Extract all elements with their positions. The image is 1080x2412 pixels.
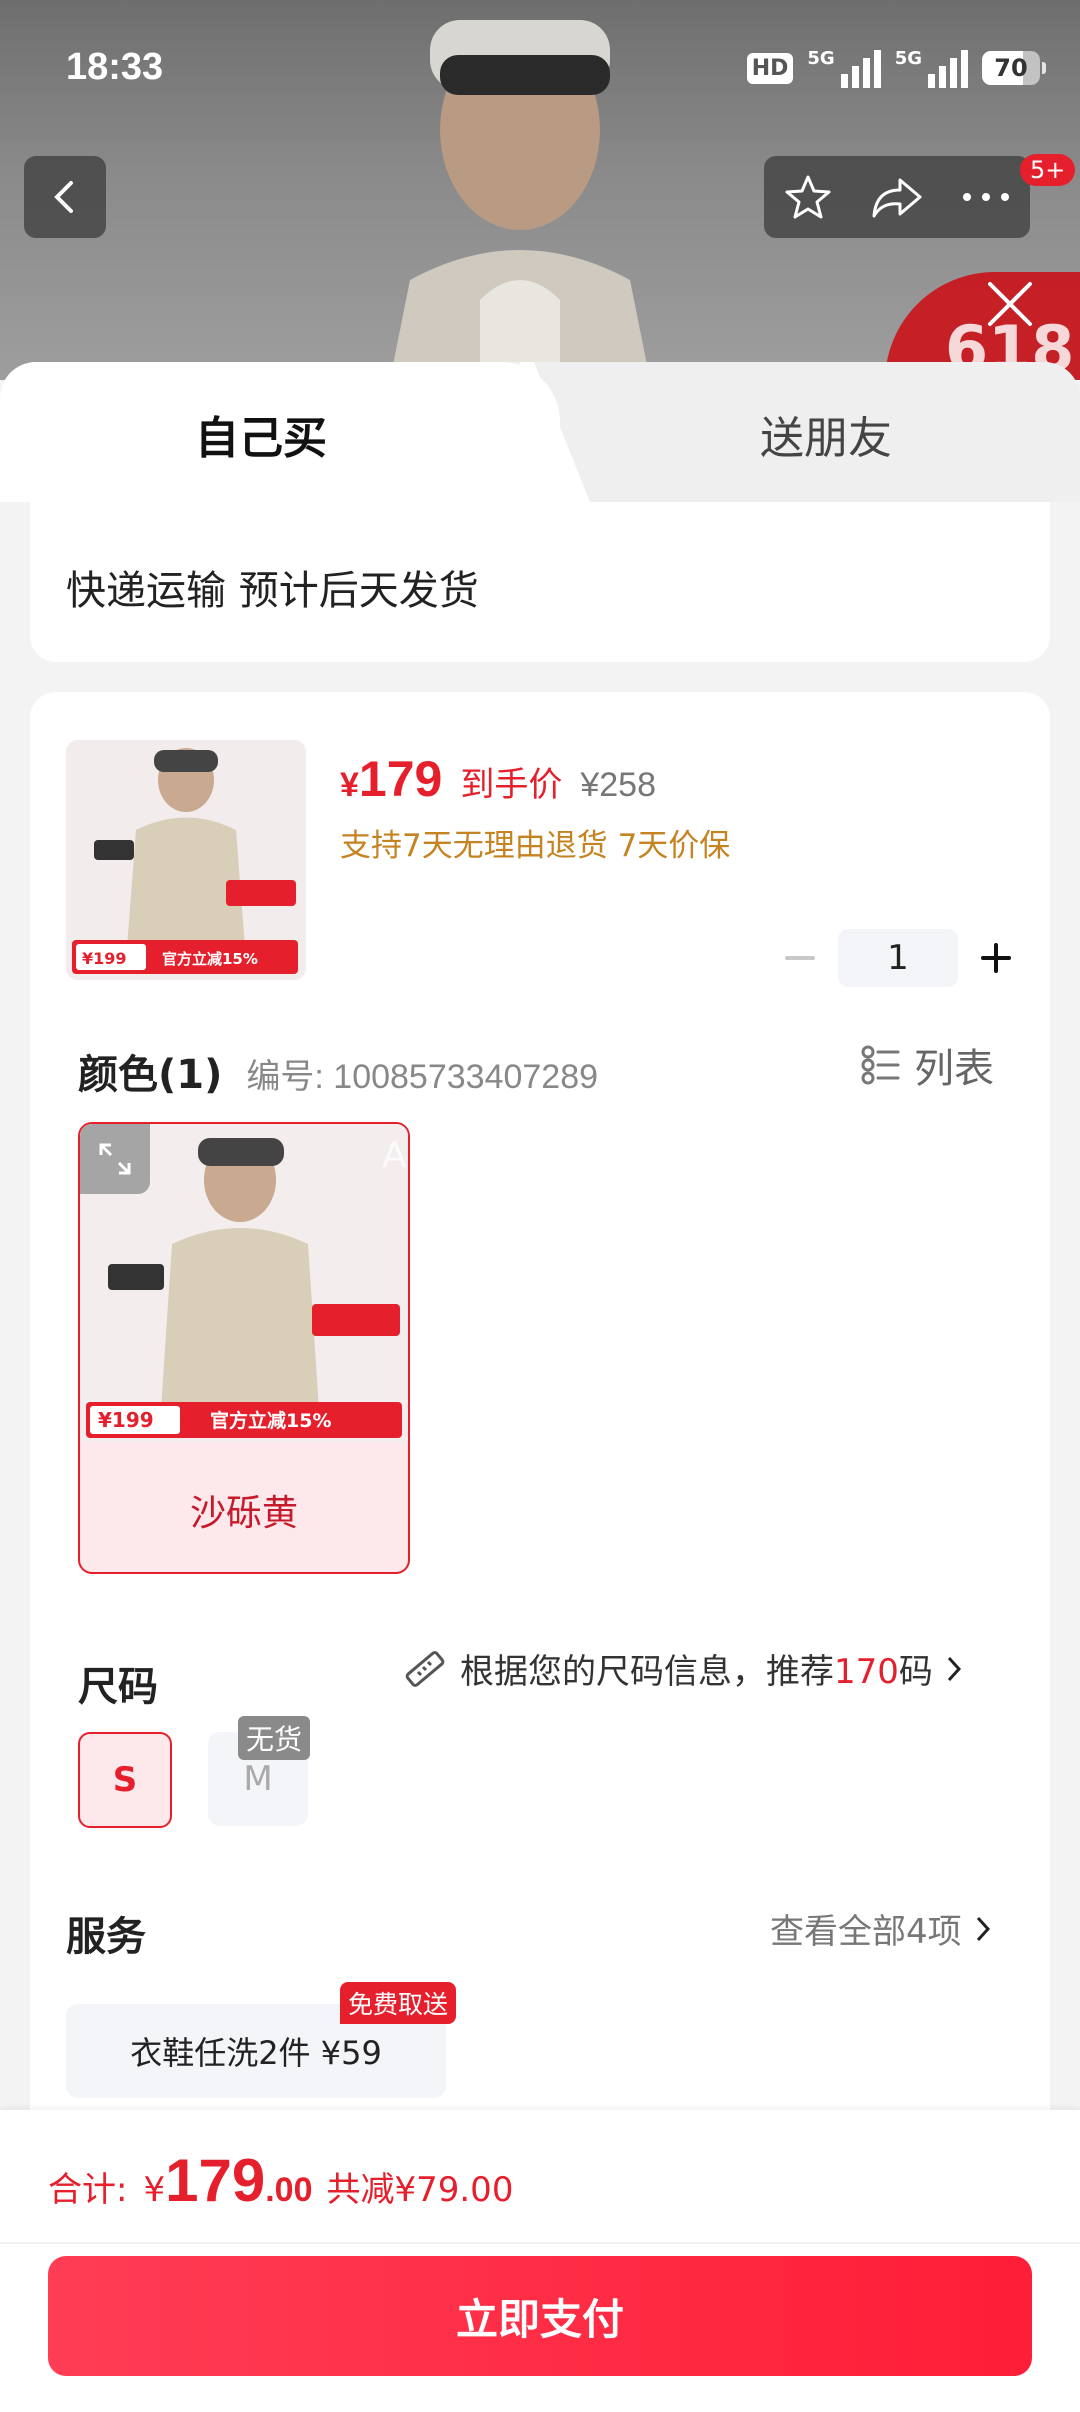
price-line: ¥179 到手价 ¥258 [340,750,656,808]
pay-now-button[interactable]: 立即支付 [48,2256,1032,2376]
delivery-card: 快递运输 预计后天发货 [30,502,1050,662]
list-view-toggle[interactable]: 列表 [860,1036,994,1094]
list-icon [861,1045,900,1085]
color-title: 颜色(1) [78,1052,223,1098]
color-option-selected[interactable]: ¥199 官方立减15% 沙砾黄 [78,1122,410,1574]
close-icon[interactable] [982,276,1038,332]
chevron-right-icon [976,1916,990,1941]
top-action-group [764,156,1030,238]
price-tag: 到手价 [460,765,563,805]
purchase-sheet: 自己买 送朋友 快递运输 预计后天发货 ¥199 官方立减15% ¥179 到手… [0,362,1080,2412]
expand-icon [99,1143,131,1175]
more-dots-icon [962,193,1009,201]
quantity-value[interactable]: 1 [838,929,958,987]
color-option-label: 沙砾黄 [189,1493,298,1534]
delivery-text: 快递运输 预计后天发货 [66,568,479,614]
tab-gift-friend[interactable]: 送朋友 [760,402,892,466]
more-button[interactable] [956,167,1016,227]
ruler-icon [405,1650,445,1687]
return-policy: 支持7天无理由退货 7天价保 [340,828,731,864]
status-time: 18:33 [66,46,164,88]
svg-text:官方立减15%: 官方立减15% [162,950,258,968]
service-view-all[interactable]: 查看全部4项 [770,1904,992,1953]
battery-icon: 70 [982,51,1046,85]
tab-buy-for-self[interactable]: 自己买 [195,402,327,466]
svg-text:官方立减15%: 官方立减15% [210,1409,331,1432]
chevron-right-icon [947,1656,961,1681]
share-button[interactable] [867,167,927,227]
size-title: 尺码 [78,1664,158,1710]
service-free-badge: 免费取送 [340,1982,457,2024]
back-button[interactable] [24,156,106,238]
size-option-s[interactable]: S [78,1732,172,1828]
minus-icon [785,956,815,960]
share-icon [872,178,922,218]
quantity-stepper: 1 [770,928,1026,988]
svg-text:¥199: ¥199 [98,1408,154,1432]
star-icon [785,175,831,219]
svg-text:¥199: ¥199 [82,949,127,968]
original-price: ¥258 [580,766,656,804]
status-bar: 18:33 HD 5G 5G 70 [0,0,1080,140]
decrease-button[interactable] [770,928,830,988]
notification-badge: 5+ [1020,154,1076,186]
favorite-button[interactable] [778,167,838,227]
signal-icon-2: 5G [895,48,968,88]
total-saving: 共减¥79.00 [326,2170,514,2210]
plus-icon [981,943,1011,973]
checkout-bar: 合计: ¥ 179 .00 共减¥79.00 立即支付 [0,2110,1080,2412]
service-title: 服务 [66,1914,146,1960]
signal-icon: 5G [807,48,881,88]
product-thumbnail[interactable]: ¥199 官方立减15% [66,740,306,980]
increase-button[interactable] [966,928,1026,988]
out-of-stock-tag: 无货 [238,1716,311,1760]
final-price: ¥179 [340,751,443,807]
product-photo: ¥199 官方立减15% [66,740,306,980]
watermark: ABC好好学习 [382,1135,600,1176]
order-total: 合计: ¥ 179 .00 共减¥79.00 [48,2147,514,2214]
expand-button[interactable] [80,1124,150,1194]
size-recommendation[interactable]: 根据您的尺码信息，推荐170码 [402,1644,963,1693]
chevron-left-icon [54,181,73,213]
item-code: 编号: 10085733407289 [246,1058,599,1096]
hd-icon: HD [746,52,794,84]
color-header: 颜色(1) 编号: 10085733407289 [78,1042,598,1100]
purchase-tabs: 自己买 送朋友 [0,362,1080,502]
